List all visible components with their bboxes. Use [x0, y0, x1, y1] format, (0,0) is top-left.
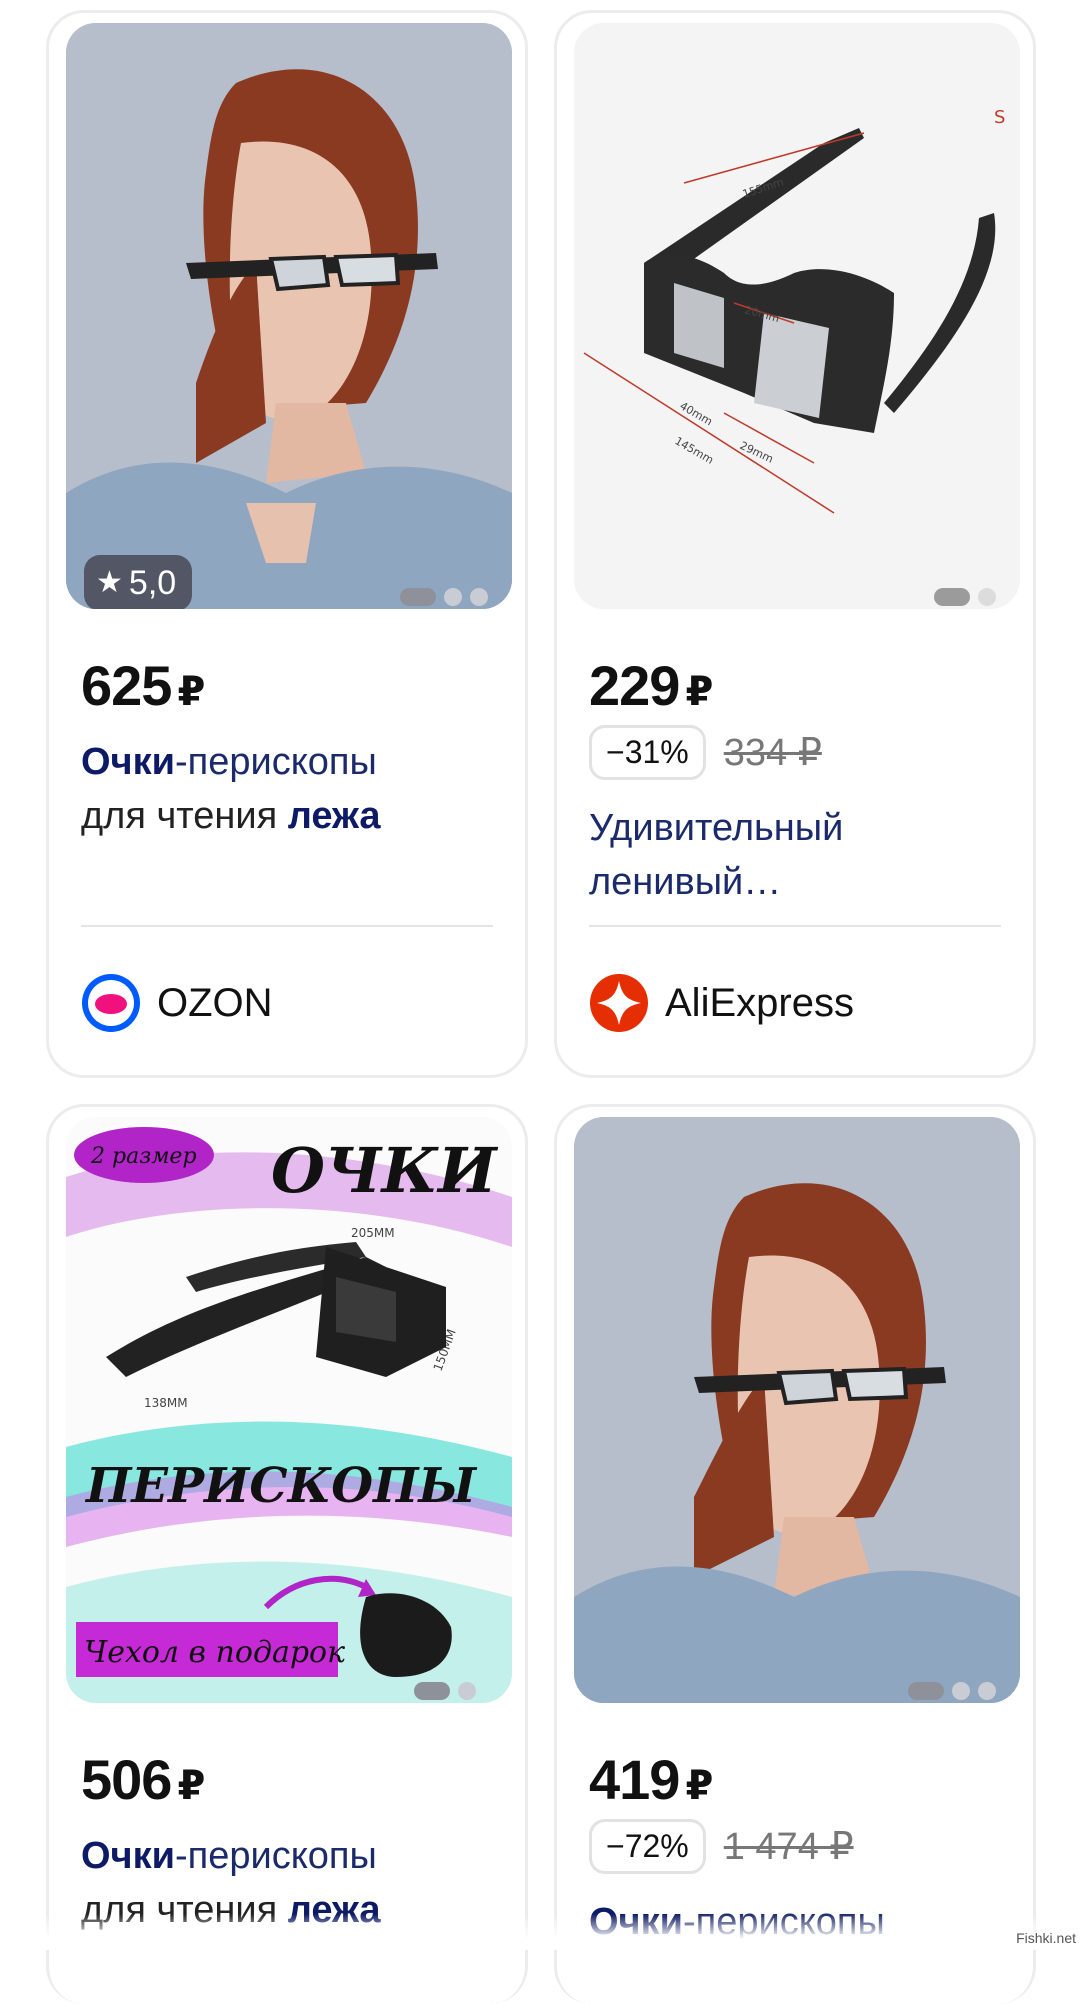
discount-badge: −72%	[589, 1819, 706, 1874]
title-keyword: лежа	[287, 795, 381, 837]
product-image[interactable]: 2 размер ОЧКИ 205MM 150MM 138MM ПЕРИСКОП…	[66, 1117, 512, 1703]
price-value: 419	[589, 1748, 680, 1811]
product-card[interactable]: 419₽ −72% 1 474 ₽ Очки-перископы	[554, 1104, 1036, 2004]
promo-text: ОЧКИ	[271, 1134, 499, 1207]
pager-dot	[978, 1682, 996, 1700]
title-text: -перископы	[175, 1835, 377, 1877]
seller-link[interactable]: AliExpress	[589, 973, 854, 1033]
product-card-ozon[interactable]: ★ 5,0 625 ₽ Очки-перископы для чтения леж…	[46, 10, 528, 1078]
title-keyword: Очки	[81, 741, 175, 783]
price-value: 506	[81, 1748, 172, 1811]
title-text: Удивительный	[589, 807, 844, 849]
title-text: ленивый…	[589, 861, 782, 903]
pager-dot	[908, 1682, 944, 1700]
dimension-label: 205MM	[351, 1226, 395, 1240]
product-image[interactable]: 155mm 20mm 40mm 145mm 29mm S	[574, 23, 1020, 609]
aliexpress-logo-icon	[590, 974, 648, 1032]
star-icon: ★	[96, 566, 123, 599]
old-price: 334 ₽	[723, 732, 822, 774]
product-card-aliexpress[interactable]: 155mm 20mm 40mm 145mm 29mm S 229 ₽ −31% 3…	[554, 10, 1036, 1078]
woman-with-prism-glasses-photo	[574, 1117, 1020, 1703]
pager-dot	[470, 588, 488, 606]
product-image[interactable]: ★ 5,0	[66, 23, 512, 609]
product-price: 506 ₽	[81, 1747, 205, 1812]
prism-glasses-promo-photo: 2 размер ОЧКИ 205MM 150MM 138MM ПЕРИСКОП…	[66, 1117, 512, 1703]
image-pager-dots	[908, 1682, 996, 1700]
product-price: 419 ₽	[589, 1747, 713, 1812]
title-keyword: Очки	[81, 1835, 175, 1877]
pager-dot	[458, 1682, 476, 1700]
woman-with-prism-glasses-photo	[66, 23, 512, 609]
discount-row: −72% 1 474 ₽	[589, 1819, 854, 1874]
pager-dot	[978, 588, 996, 606]
product-image[interactable]	[574, 1117, 1020, 1703]
image-pager-dots	[400, 588, 488, 606]
discount-row: −31% 334 ₽	[589, 725, 822, 780]
seller-link[interactable]: OZON	[81, 973, 273, 1033]
product-title[interactable]: Очки-перископы для чтения лежа	[81, 735, 501, 843]
ozon-logo-icon	[82, 974, 140, 1032]
rating-value: 5,0	[128, 563, 177, 602]
watermark: Fishki.net	[1016, 1930, 1076, 1946]
pager-dot	[444, 588, 462, 606]
promo-text: ПЕРИСКОПЫ	[84, 1458, 477, 1514]
product-price: 229 ₽	[589, 653, 713, 718]
rating-badge: ★ 5,0	[84, 555, 193, 609]
product-price: 625 ₽	[81, 653, 205, 718]
bottom-fade	[0, 1914, 1080, 1950]
prism-glasses-dimensions-photo: 155mm 20mm 40mm 145mm 29mm S	[574, 23, 1020, 609]
seller-name: AliExpress	[665, 980, 854, 1025]
product-title[interactable]: Удивительный ленивый…	[589, 801, 1009, 909]
price-value: 625	[81, 654, 172, 717]
currency-sign: ₽	[685, 1764, 713, 1808]
dimension-label: 138MM	[144, 1396, 188, 1410]
divider	[81, 925, 493, 927]
price-value: 229	[589, 654, 680, 717]
image-pager-dots	[414, 1682, 476, 1700]
currency-sign: ₽	[177, 1764, 205, 1808]
image-pager-dots	[934, 588, 996, 606]
promo-text: 2 размер	[90, 1144, 197, 1169]
divider	[589, 925, 1001, 927]
seller-name: OZON	[157, 980, 273, 1025]
old-price: 1 474 ₽	[723, 1826, 854, 1868]
pager-dot	[400, 588, 436, 606]
currency-sign: ₽	[685, 670, 713, 714]
title-text: -перископы	[175, 741, 377, 783]
title-text: для чтения	[81, 795, 288, 837]
product-card[interactable]: 2 размер ОЧКИ 205MM 150MM 138MM ПЕРИСКОП…	[46, 1104, 528, 2004]
pager-dot	[952, 1682, 970, 1700]
discount-badge: −31%	[589, 725, 706, 780]
pager-dot	[934, 588, 970, 606]
promo-text: Чехол в подарок	[84, 1635, 345, 1670]
size-label: S	[994, 107, 1005, 128]
pager-dot	[414, 1682, 450, 1700]
currency-sign: ₽	[177, 670, 205, 714]
